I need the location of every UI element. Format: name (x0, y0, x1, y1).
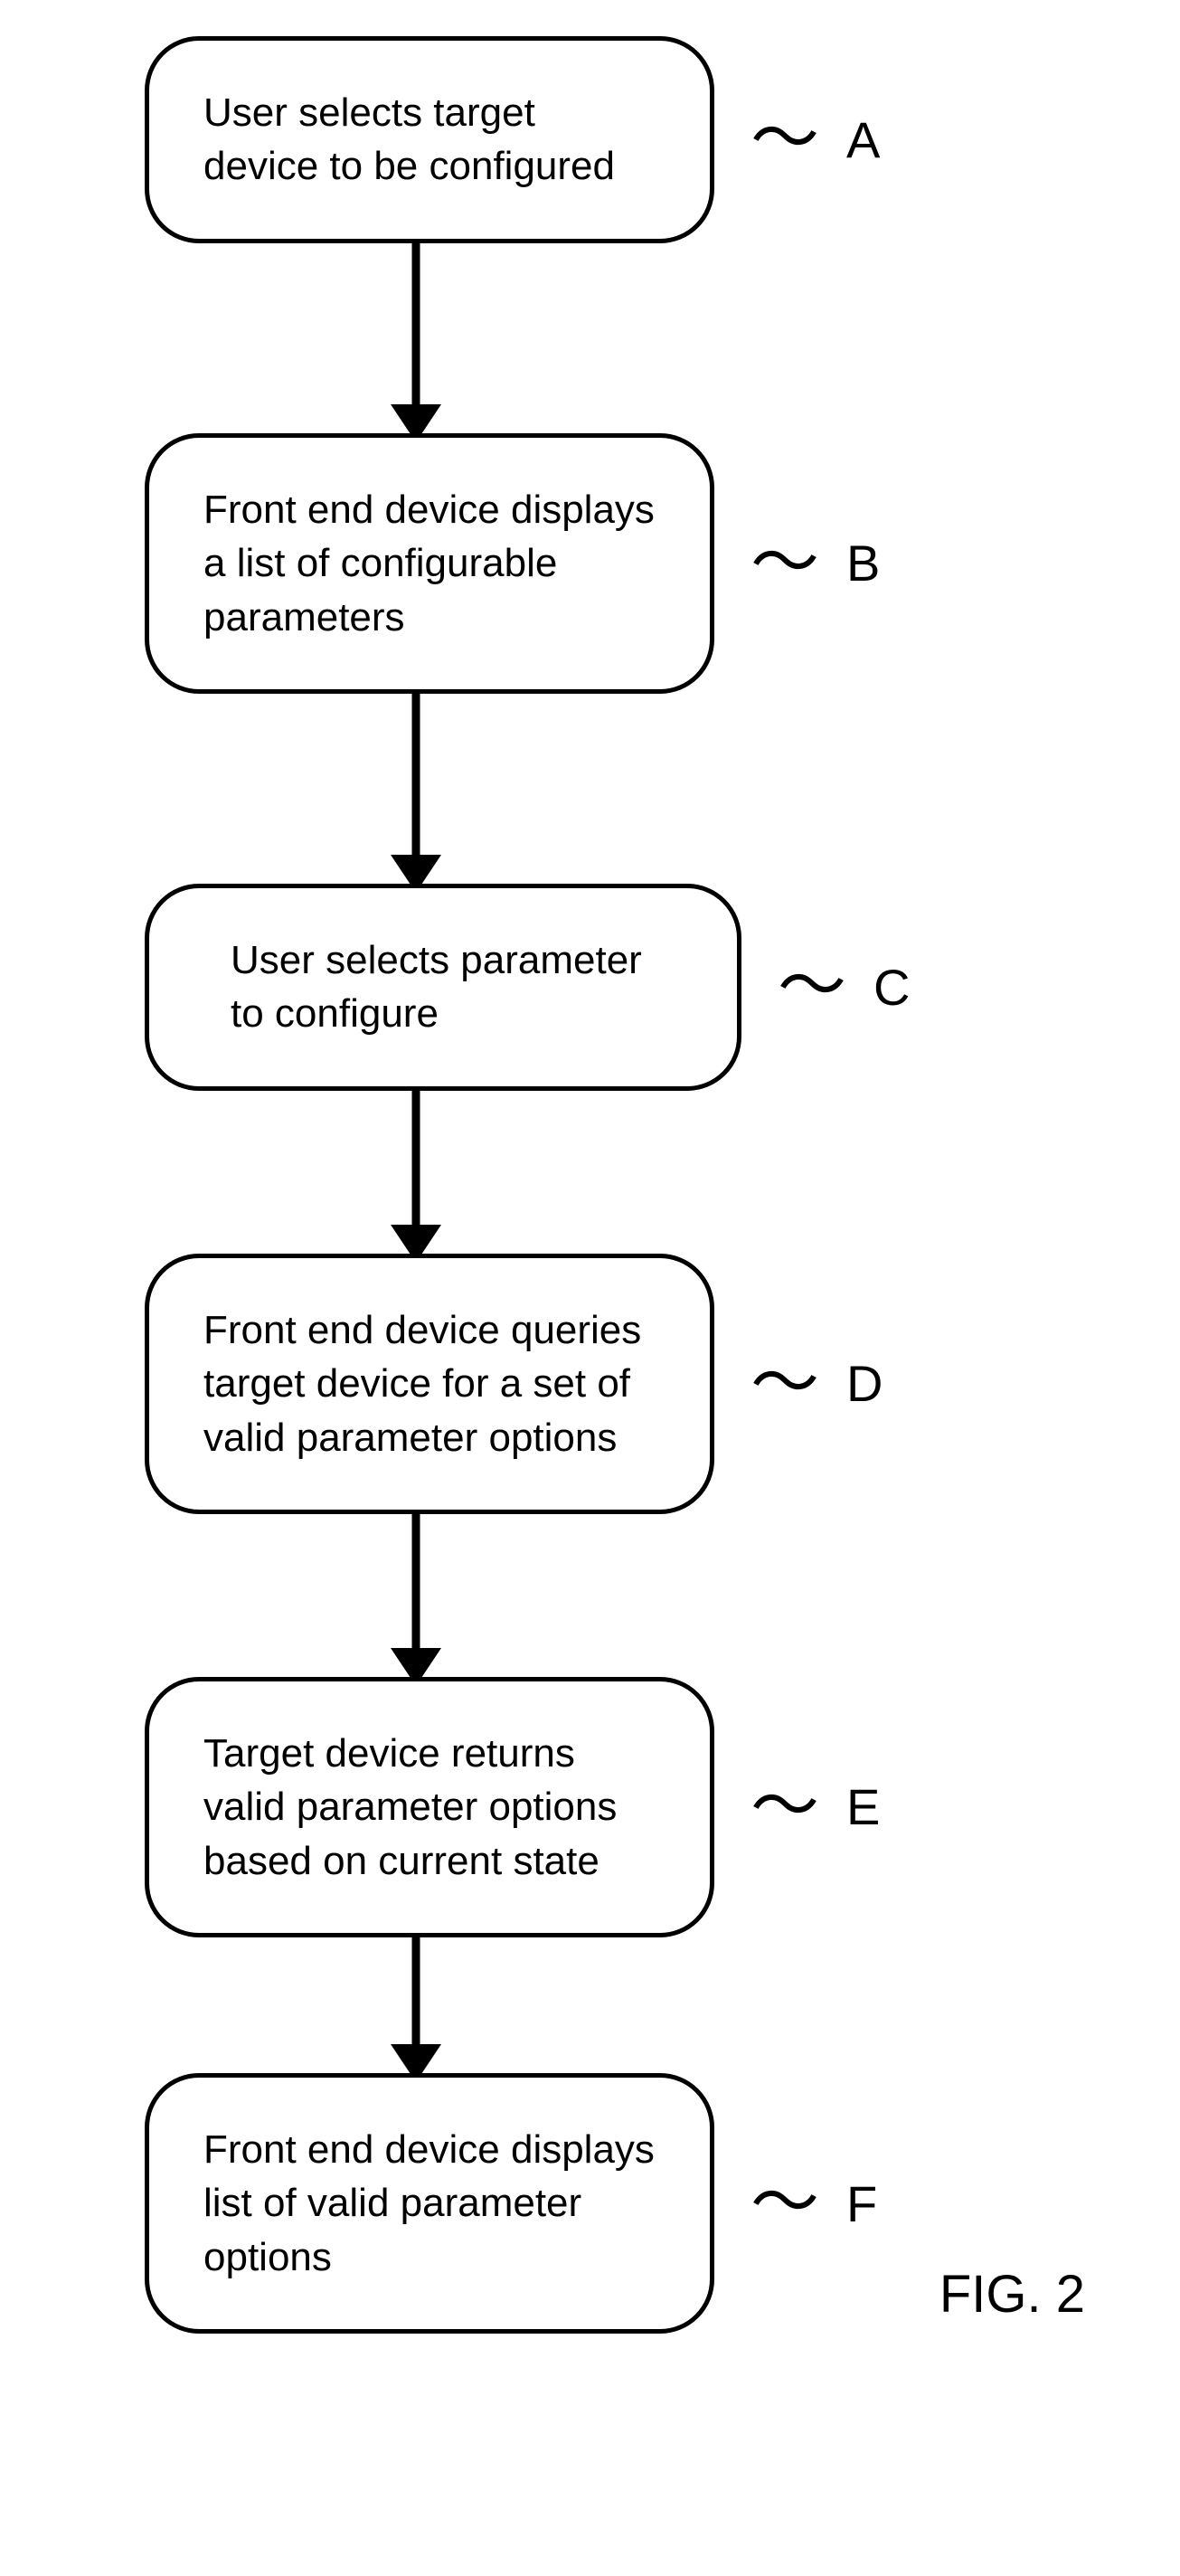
step-e-row: Target device returns valid parameter op… (36, 1677, 1121, 1937)
step-a-label: A (846, 110, 880, 169)
arrow-e-f (36, 1937, 1121, 2082)
step-c-label-group: 〜 C (778, 952, 910, 1021)
step-c-text: User selects parameter to configure (231, 933, 683, 1041)
step-c-row: User selects parameter to configure 〜 C (36, 884, 1121, 1091)
arrow-b-c (36, 694, 1121, 893)
step-a-row: User selects target device to be configu… (36, 36, 1121, 243)
tilde-icon: 〜 (778, 952, 846, 1021)
step-f-label-group: 〜 F (750, 2169, 877, 2238)
step-e-box: Target device returns valid parameter op… (145, 1677, 714, 1937)
step-d-label: D (846, 1354, 883, 1413)
step-f-label: F (846, 2174, 877, 2233)
step-c-box: User selects parameter to configure (145, 884, 741, 1091)
step-d-box: Front end device queries target device f… (145, 1254, 714, 1514)
step-d-text: Front end device queries target device f… (203, 1303, 656, 1464)
step-b-label: B (846, 534, 880, 592)
step-f-text: Front end device displays list of valid … (203, 2123, 656, 2284)
tilde-icon: 〜 (750, 105, 819, 174)
step-e-label: E (846, 1777, 880, 1836)
step-b-box: Front end device displays a list of conf… (145, 433, 714, 694)
step-b-text: Front end device displays a list of conf… (203, 483, 656, 644)
tilde-icon: 〜 (750, 529, 819, 598)
arrow-a-b (36, 243, 1121, 442)
tilde-icon: 〜 (750, 1350, 819, 1418)
step-e-label-group: 〜 E (750, 1773, 880, 1842)
figure-label: FIG. 2 (939, 2264, 1085, 2325)
arrow-d-e (36, 1514, 1121, 1686)
arrow-c-d (36, 1091, 1121, 1263)
step-a-text: User selects target device to be configu… (203, 86, 656, 194)
step-e-text: Target device returns valid parameter op… (203, 1727, 656, 1888)
step-f-box: Front end device displays list of valid … (145, 2073, 714, 2334)
step-c-label: C (873, 958, 910, 1017)
tilde-icon: 〜 (750, 1773, 819, 1842)
tilde-icon: 〜 (750, 2169, 819, 2238)
step-b-row: Front end device displays a list of conf… (36, 433, 1121, 694)
step-b-label-group: 〜 B (750, 529, 880, 598)
flowchart: User selects target device to be configu… (36, 36, 1121, 2334)
step-a-box: User selects target device to be configu… (145, 36, 714, 243)
step-a-label-group: 〜 A (750, 105, 880, 174)
step-d-row: Front end device queries target device f… (36, 1254, 1121, 1514)
step-d-label-group: 〜 D (750, 1350, 883, 1418)
